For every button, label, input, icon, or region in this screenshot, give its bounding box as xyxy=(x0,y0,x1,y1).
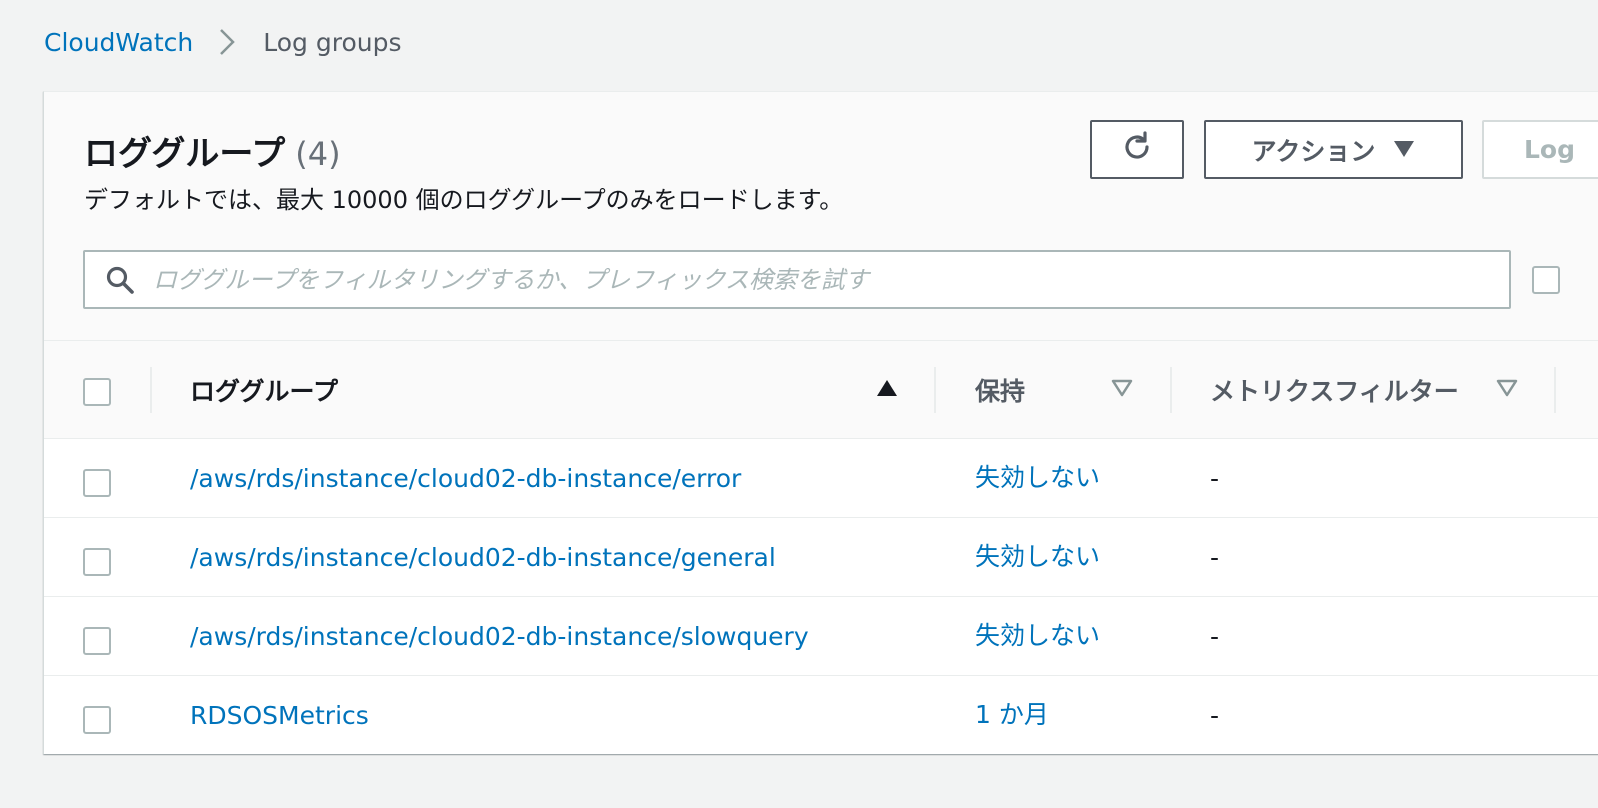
metric-filter-value: - xyxy=(1210,464,1220,493)
refresh-icon xyxy=(1120,130,1154,170)
table-row[interactable]: /aws/rds/instance/cloud02-db-instance/sl… xyxy=(44,597,1598,676)
actions-dropdown-button[interactable]: アクション xyxy=(1204,120,1463,179)
search-icon xyxy=(105,265,135,299)
sort-unsorted-icon[interactable] xyxy=(1111,378,1133,402)
column-header-log-group-label: ロググループ xyxy=(190,377,339,406)
column-header-metric-filter-label: メトリクスフィルター xyxy=(1210,377,1459,406)
column-header-log-group[interactable]: ロググループ xyxy=(190,341,910,439)
log-groups-panel: ロググループ (4) デフォルトでは、最大 10000 個のロググループのみをロ… xyxy=(43,91,1598,754)
column-divider xyxy=(1170,367,1172,413)
table-row[interactable]: RDSOSMetrics 1 か月 - xyxy=(44,676,1598,754)
actions-label: アクション xyxy=(1251,136,1376,166)
panel-header: ロググループ (4) デフォルトでは、最大 10000 個のロググループのみをロ… xyxy=(44,92,1598,341)
table-header: ロググループ 保持 メトリクスフィルター xyxy=(44,341,1598,439)
table-row[interactable]: /aws/rds/instance/cloud02-db-instance/ge… xyxy=(44,518,1598,597)
breadcrumb-current: Log groups xyxy=(263,27,402,57)
create-log-group-label: Log xyxy=(1524,135,1576,164)
breadcrumb-cloudwatch-link[interactable]: CloudWatch xyxy=(44,28,193,57)
search-field[interactable] xyxy=(83,250,1511,309)
row-checkbox[interactable] xyxy=(83,469,111,497)
log-group-link[interactable]: RDSOSMetrics xyxy=(190,676,369,754)
log-group-link[interactable]: /aws/rds/instance/cloud02-db-instance/ge… xyxy=(190,518,776,597)
create-log-group-button[interactable]: Log xyxy=(1482,120,1598,179)
caret-down-icon xyxy=(1393,135,1415,164)
log-group-link[interactable]: /aws/rds/instance/cloud02-db-instance/sl… xyxy=(190,597,809,676)
column-header-retention[interactable]: 保持 xyxy=(975,341,1125,439)
metric-filter-value: - xyxy=(1210,622,1220,651)
chevron-right-icon xyxy=(209,24,249,60)
column-divider xyxy=(150,367,152,413)
breadcrumb: CloudWatch Log groups xyxy=(44,24,401,60)
select-all-checkbox[interactable] xyxy=(83,378,111,406)
log-group-link[interactable]: /aws/rds/instance/cloud02-db-instance/er… xyxy=(190,439,741,518)
column-divider xyxy=(1554,367,1556,413)
sort-ascending-icon[interactable] xyxy=(876,378,898,402)
refresh-button[interactable] xyxy=(1090,120,1184,179)
column-header-retention-label: 保持 xyxy=(975,377,1026,406)
metric-filter-value: - xyxy=(1210,701,1220,730)
exact-match-checkbox[interactable] xyxy=(1532,266,1560,294)
retention-link[interactable]: 失効しない xyxy=(975,436,1100,515)
row-checkbox[interactable] xyxy=(83,627,111,655)
table-row[interactable]: /aws/rds/instance/cloud02-db-instance/er… xyxy=(44,439,1598,518)
column-divider xyxy=(934,367,936,413)
retention-link[interactable]: 1 か月 xyxy=(975,673,1049,752)
metric-filter-value: - xyxy=(1210,543,1220,572)
column-header-metric-filter[interactable]: メトリクスフィルター xyxy=(1210,341,1510,439)
log-group-count: (4) xyxy=(295,135,341,173)
sort-unsorted-icon[interactable] xyxy=(1496,378,1518,402)
panel-description: デフォルトでは、最大 10000 個のロググループのみをロードします。 xyxy=(84,186,844,214)
retention-link[interactable]: 失効しない xyxy=(975,594,1100,673)
row-checkbox[interactable] xyxy=(83,548,111,576)
retention-link[interactable]: 失効しない xyxy=(975,515,1100,594)
page-title: ロググループ (4) xyxy=(84,126,341,175)
page-title-text: ロググループ xyxy=(84,134,286,174)
search-input[interactable] xyxy=(151,252,1491,307)
row-checkbox[interactable] xyxy=(83,706,111,734)
